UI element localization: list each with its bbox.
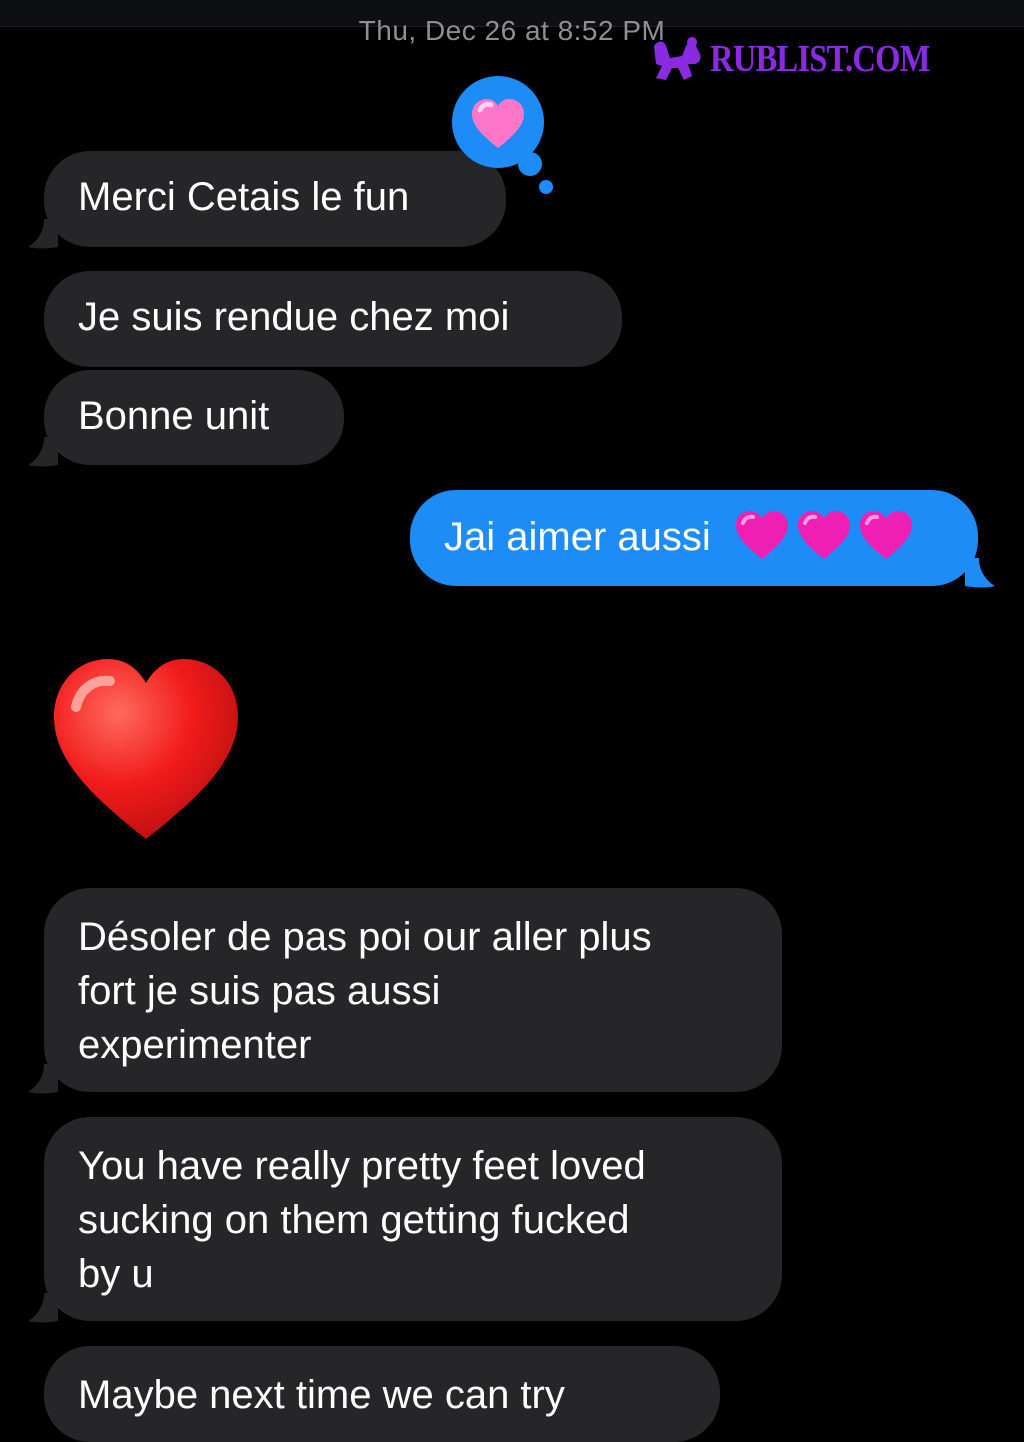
message-bubble-received[interactable]: Bonne unit — [28, 370, 344, 467]
message-text-line: You have really pretty feet loved — [78, 1144, 646, 1188]
bubble-tail — [28, 437, 58, 467]
pink-heart-reaction-icon[interactable] — [450, 76, 560, 196]
message-bubble-received[interactable]: You have really pretty feet loved suckin… — [28, 1117, 782, 1323]
message-text-line: experimenter — [78, 1023, 312, 1067]
watermark-logo: RUBLIST.COM — [648, 34, 965, 84]
message-bubble-received[interactable]: Merci Cetais le fun — [28, 151, 506, 249]
message-bubble-received[interactable]: Je suis rendue chez moi — [44, 271, 622, 367]
bubble-tail — [965, 558, 995, 588]
pink-heart-icon — [797, 511, 850, 560]
message-text-line: fort je suis pas aussi — [78, 969, 441, 1013]
message-bubble-received[interactable]: Désoler de pas poi our aller plus fort j… — [28, 888, 782, 1094]
watermark-text: RUBLIST.COM — [710, 38, 930, 80]
pink-heart-icon — [735, 511, 788, 560]
bubble-tail — [28, 219, 58, 249]
message-text-line: Désoler de pas poi our aller plus — [78, 915, 652, 959]
message-text: Jai aimer aussi — [444, 515, 711, 559]
bubble-tail — [28, 1064, 58, 1094]
red-heart-icon[interactable] — [50, 655, 242, 843]
message-text: Bonne unit — [78, 394, 270, 438]
message-text-line: by u — [78, 1252, 154, 1296]
message-text: Merci Cetais le fun — [78, 175, 410, 219]
message-bubble-sent[interactable]: Jai aimer aussi — [410, 490, 995, 588]
message-bubble-received[interactable]: Maybe next time we can try — [44, 1346, 720, 1442]
message-text: Maybe next time we can try — [78, 1373, 565, 1417]
pink-heart-icon — [859, 511, 912, 560]
bubble-tail — [28, 1293, 58, 1323]
watermark-figure-icon — [654, 37, 701, 80]
message-text: Je suis rendue chez moi — [78, 295, 510, 339]
message-text-line: sucking on them getting fucked — [78, 1198, 630, 1242]
